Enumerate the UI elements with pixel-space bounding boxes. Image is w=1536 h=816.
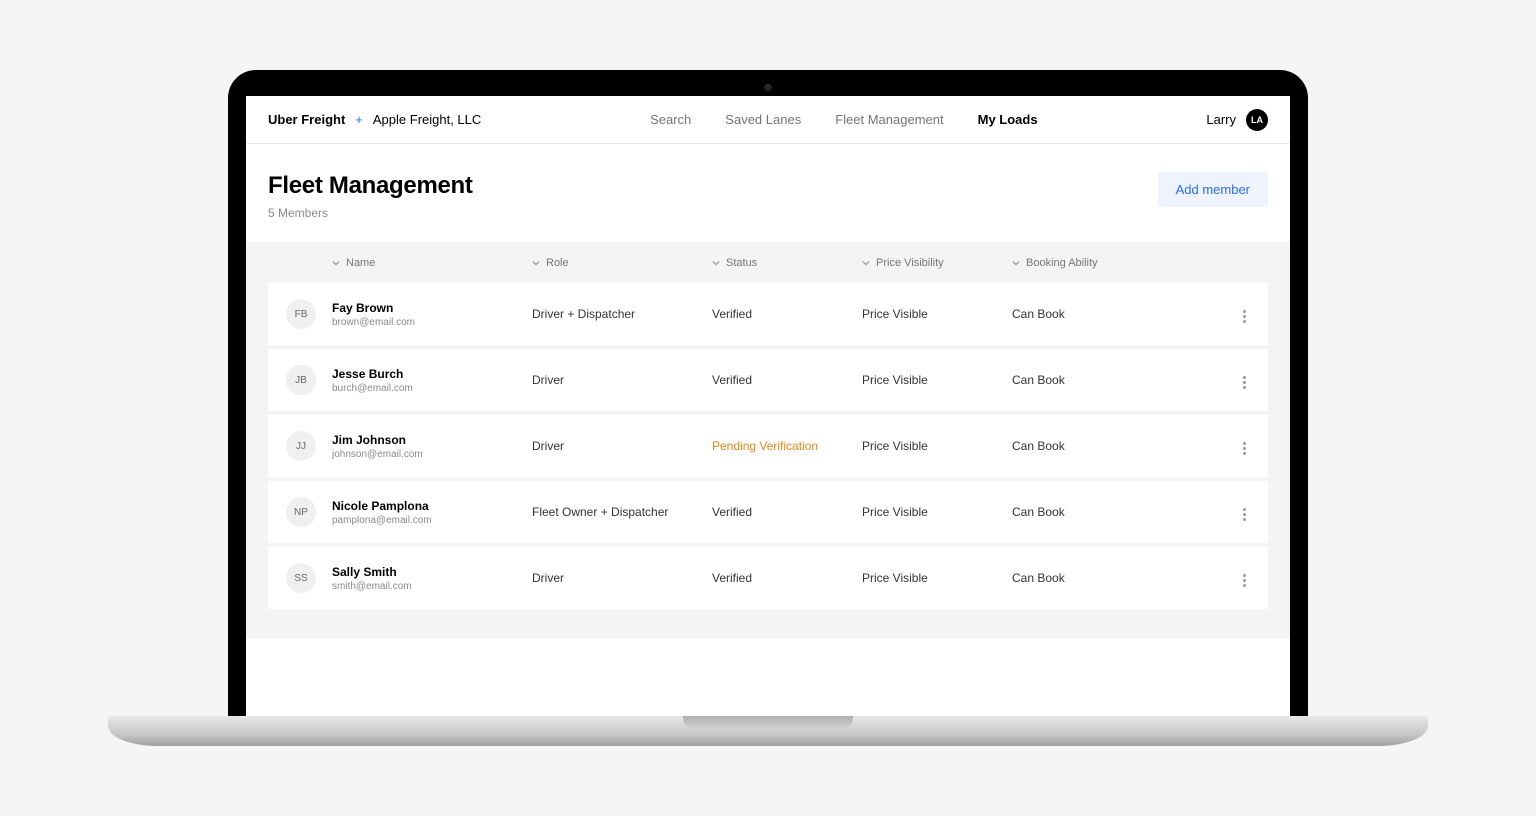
table-row: JJ Jim Johnson johnson@email.comDriverPend… (268, 415, 1268, 477)
add-member-button[interactable]: Add member (1158, 172, 1268, 207)
member-name: Sally Smith (332, 565, 532, 579)
member-role: Driver + Dispatcher (532, 307, 712, 321)
user-name-label: Larry (1206, 112, 1236, 127)
member-name: Fay Brown (332, 301, 532, 315)
member-status: Pending Verification (712, 439, 862, 453)
nav-link-saved-lanes[interactable]: Saved Lanes (725, 112, 801, 127)
laptop-frame: Uber Freight + Apple Freight, LLC Search… (228, 70, 1308, 716)
table-row: JB Jesse Burch burch@email.comDriverVerifi… (268, 349, 1268, 411)
member-email: burch@email.com (332, 383, 532, 394)
member-avatar: NP (286, 497, 316, 527)
member-avatar: FB (286, 299, 316, 329)
page-header: Fleet Management 5 Members Add member (246, 144, 1290, 243)
member-price-visibility: Price Visible (862, 373, 1012, 387)
nav-link-my-loads[interactable]: My Loads (978, 112, 1038, 127)
chevron-down-icon (1012, 259, 1020, 267)
laptop-camera (765, 84, 772, 91)
member-role: Fleet Owner + Dispatcher (532, 505, 712, 519)
top-nav: Uber Freight + Apple Freight, LLC Search… (246, 96, 1290, 144)
brand-logo: Uber Freight (268, 112, 345, 127)
members-table: Name Role Status Price Visibility (246, 243, 1290, 639)
more-options-icon[interactable] (1239, 438, 1250, 459)
column-header-status[interactable]: Status (712, 257, 862, 269)
member-name: Jim Johnson (332, 433, 532, 447)
app-screen: Uber Freight + Apple Freight, LLC Search… (246, 96, 1290, 716)
member-price-visibility: Price Visible (862, 439, 1012, 453)
member-booking-ability: Can Book (1012, 505, 1162, 519)
member-avatar: SS (286, 563, 316, 593)
member-status: Verified (712, 571, 862, 585)
member-price-visibility: Price Visible (862, 571, 1012, 585)
member-role: Driver (532, 571, 712, 585)
member-role: Driver (532, 439, 712, 453)
table-header-row: Name Role Status Price Visibility (268, 243, 1268, 283)
laptop-notch (683, 716, 853, 728)
column-header-role[interactable]: Role (532, 257, 712, 269)
brand-plus-icon: + (355, 112, 363, 127)
member-booking-ability: Can Book (1012, 439, 1162, 453)
page-title: Fleet Management (268, 172, 473, 200)
member-avatar: JJ (286, 431, 316, 461)
table-body: FB Fay Brown brown@email.comDriver + Dispa… (268, 283, 1268, 609)
more-options-icon[interactable] (1239, 570, 1250, 591)
member-count: 5 Members (268, 206, 473, 220)
user-menu[interactable]: Larry LA (1206, 109, 1268, 131)
chevron-down-icon (862, 259, 870, 267)
member-role: Driver (532, 373, 712, 387)
more-options-icon[interactable] (1239, 372, 1250, 393)
brand-group: Uber Freight + Apple Freight, LLC (268, 112, 481, 127)
member-status: Verified (712, 373, 862, 387)
more-options-icon[interactable] (1239, 504, 1250, 525)
chevron-down-icon (712, 259, 720, 267)
member-name: Nicole Pamplona (332, 499, 532, 513)
member-email: pamplona@email.com (332, 515, 532, 526)
nav-link-fleet-management[interactable]: Fleet Management (835, 112, 943, 127)
table-row: SS Sally Smith smith@email.comDriverVerifi… (268, 547, 1268, 609)
member-price-visibility: Price Visible (862, 505, 1012, 519)
nav-link-search[interactable]: Search (650, 112, 691, 127)
member-status: Verified (712, 505, 862, 519)
user-avatar: LA (1246, 109, 1268, 131)
chevron-down-icon (532, 259, 540, 267)
member-email: smith@email.com (332, 581, 532, 592)
member-booking-ability: Can Book (1012, 307, 1162, 321)
member-booking-ability: Can Book (1012, 571, 1162, 585)
laptop-base (108, 716, 1428, 746)
column-header-name[interactable]: Name (332, 257, 532, 269)
more-options-icon[interactable] (1239, 306, 1250, 327)
member-status: Verified (712, 307, 862, 321)
member-email: brown@email.com (332, 317, 532, 328)
member-booking-ability: Can Book (1012, 373, 1162, 387)
company-name: Apple Freight, LLC (373, 112, 481, 127)
table-row: FB Fay Brown brown@email.comDriver + Dispa… (268, 283, 1268, 345)
column-header-booking-ability[interactable]: Booking Ability (1012, 257, 1162, 269)
member-email: johnson@email.com (332, 449, 532, 460)
table-row: NP Nicole Pamplona pamplona@email.comFleet… (268, 481, 1268, 543)
member-name: Jesse Burch (332, 367, 532, 381)
member-avatar: JB (286, 365, 316, 395)
nav-links: Search Saved Lanes Fleet Management My Load… (650, 112, 1037, 127)
page-heading-group: Fleet Management 5 Members (268, 172, 473, 220)
chevron-down-icon (332, 259, 340, 267)
column-header-price-visibility[interactable]: Price Visibility (862, 257, 1012, 269)
member-price-visibility: Price Visible (862, 307, 1012, 321)
